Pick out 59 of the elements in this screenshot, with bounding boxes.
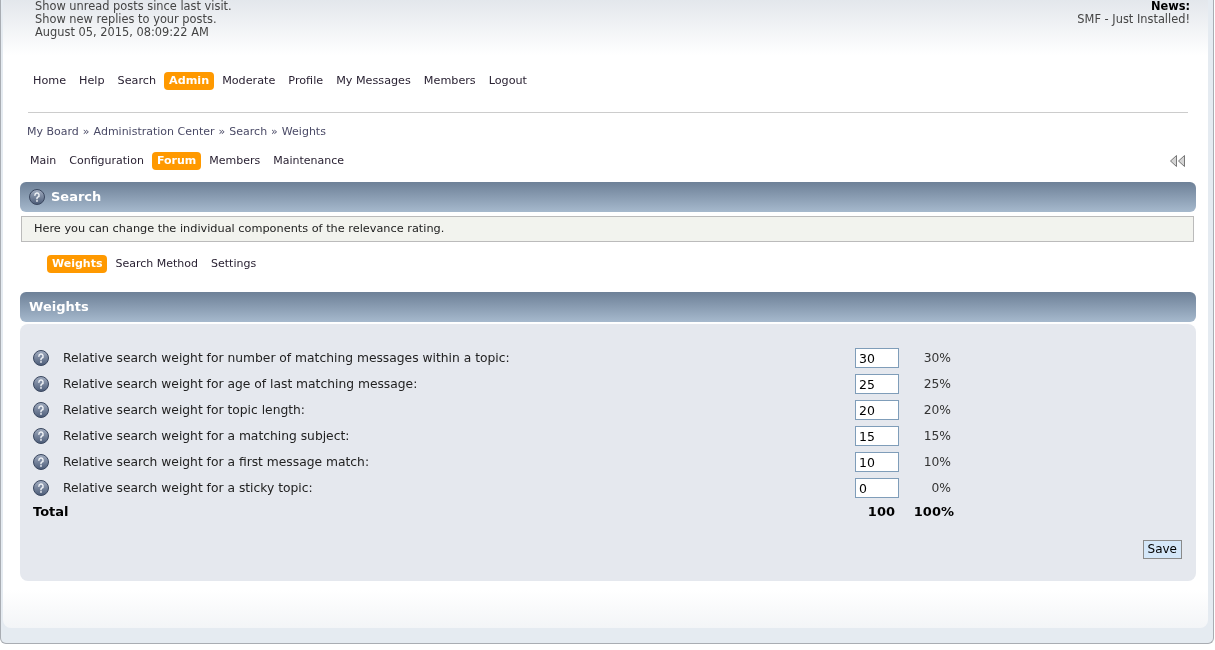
menu-item[interactable]: Search	[112, 72, 161, 90]
menu-item[interactable]: Members	[418, 72, 481, 90]
setting-label: Relative search weight for a sticky topic:	[63, 479, 314, 497]
admin-tab[interactable]: Main	[25, 152, 62, 170]
help-icon[interactable]	[33, 402, 49, 418]
help-icon[interactable]	[33, 480, 49, 496]
breadcrumb-separator: »	[82, 125, 90, 139]
menu-item[interactable]: Logout	[483, 72, 532, 90]
help-icon[interactable]	[33, 428, 49, 444]
weight-input[interactable]: 30	[855, 348, 899, 368]
help-icon[interactable]	[33, 376, 49, 392]
weight-input[interactable]: 15	[855, 426, 899, 446]
total-percent: 100%	[912, 503, 954, 522]
menu-item[interactable]: Profile	[283, 72, 329, 90]
menu-item[interactable]: Moderate	[217, 72, 281, 90]
breadcrumb-separator: »	[218, 125, 226, 139]
header-link[interactable]: Show unread posts since last visit.	[35, 0, 232, 13]
percent-text: 15%	[922, 427, 951, 445]
total-label: Total	[33, 503, 70, 522]
percent-text: 30%	[922, 349, 951, 367]
save-button[interactable]: Save	[1142, 540, 1182, 559]
help-icon[interactable]	[29, 189, 45, 205]
percent-text: 0%	[930, 479, 951, 497]
admin-tab[interactable]: Configuration	[64, 152, 149, 170]
weight-input[interactable]: 10	[855, 452, 899, 472]
help-icon[interactable]	[33, 350, 49, 366]
sub-tab[interactable]: Settings	[206, 255, 262, 273]
setting-label: Relative search weight for age of last matching message:	[63, 375, 419, 393]
setting-label: Relative search weight for a matching subject:	[63, 427, 351, 445]
menu-item[interactable]: Home	[28, 72, 72, 90]
description-text: Here you can change the individual components of the relevance rating.	[21, 216, 1194, 242]
weight-input[interactable]: 0	[855, 478, 899, 498]
menu-item[interactable]: Help	[74, 72, 110, 90]
admin-tab[interactable]: Members	[204, 152, 266, 170]
setting-label: Relative search weight for topic length:	[63, 401, 307, 419]
percent-text: 20%	[922, 401, 951, 419]
help-icon[interactable]	[33, 454, 49, 470]
double-left-arrow-icon[interactable]	[1170, 155, 1185, 167]
section-title: Search	[51, 188, 102, 206]
header-link[interactable]: Show new replies to your posts.	[35, 13, 217, 26]
news-label: News:	[1150, 0, 1190, 13]
percent-text: 25%	[922, 375, 951, 393]
breadcrumb-link[interactable]: My Board	[27, 125, 79, 139]
setting-label: Relative search weight for number of matching messages within a topic:	[63, 349, 511, 367]
total-value: 100	[866, 503, 896, 522]
weight-input[interactable]: 20	[855, 400, 899, 420]
admin-tab[interactable]: Maintenance	[268, 152, 350, 170]
breadcrumb-link[interactable]: Search	[229, 125, 268, 139]
percent-text: 10%	[922, 453, 951, 471]
breadcrumb-separator: »	[271, 125, 278, 139]
date-time: August 05, 2015, 08:09:22 AM	[35, 26, 209, 39]
setting-label: Relative search weight for a first message match:	[63, 453, 371, 471]
menu-item[interactable]: My Messages	[331, 72, 416, 90]
news-text: SMF - Just Installed!	[1077, 13, 1190, 26]
weight-input[interactable]: 25	[855, 374, 899, 394]
breadcrumb-link[interactable]: Weights	[281, 125, 326, 139]
section-title: Weights	[29, 298, 89, 316]
breadcrumb-link[interactable]: Administration Center	[93, 125, 215, 139]
sub-tab[interactable]: Search Method	[110, 255, 204, 273]
